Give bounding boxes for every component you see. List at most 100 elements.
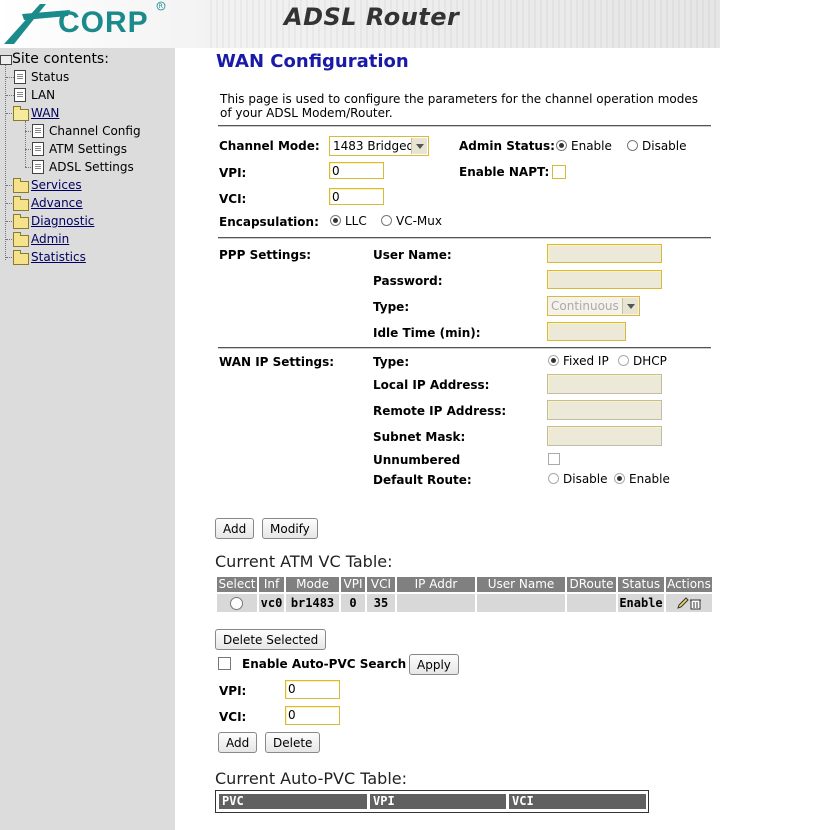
pvc-delete-button[interactable]: Delete (265, 732, 321, 753)
admin-enable-radio[interactable] (556, 140, 567, 151)
vpi-input[interactable]: 0 (329, 162, 384, 179)
table-header-cell: Select (217, 577, 257, 592)
trash-icon[interactable] (689, 597, 702, 610)
table-row-select-cell (217, 594, 257, 612)
admin-disable-radio[interactable] (627, 140, 638, 151)
document-icon (32, 160, 44, 174)
auto-pvc-table: PVC VPI VCI (215, 790, 649, 813)
ppp-password-label: Password: (373, 274, 443, 288)
pvc-vci-label: VCI: (219, 710, 247, 724)
apply-button[interactable]: Apply (409, 654, 459, 675)
default-route-enable-radio[interactable] (614, 473, 625, 484)
vpi-label: VPI: (219, 166, 247, 180)
ppp-type-select[interactable]: Continuous (547, 296, 640, 316)
folder-icon (13, 232, 29, 247)
enable-napt-label: Enable NAPT: (459, 165, 550, 179)
table-cell (477, 594, 565, 612)
default-route-disable-radio[interactable] (548, 473, 559, 484)
atm-vc-table-title: Current ATM VC Table: (215, 552, 393, 571)
table-row-actions (666, 594, 712, 612)
subnet-mask-input[interactable] (547, 426, 662, 446)
pvc-vpi-input[interactable]: 0 (285, 680, 340, 699)
encap-vcmux-label: VC-Mux (396, 214, 442, 228)
sidebar-item-label: Admin (31, 232, 70, 246)
computer-icon (0, 55, 12, 65)
tree-connector (5, 60, 6, 260)
table-header-cell: Status (618, 577, 664, 592)
ppp-type-label: Type: (373, 300, 410, 314)
dhcp-radio[interactable] (618, 355, 629, 366)
channel-mode-value: 1483 Bridged (333, 139, 415, 153)
pvc-vpi-label: VPI: (219, 684, 247, 698)
folder-icon (13, 196, 29, 211)
wan-ip-type-label: Type: (373, 355, 410, 369)
enable-napt-checkbox[interactable] (552, 165, 566, 179)
remote-ip-input[interactable] (547, 400, 662, 420)
fixed-ip-radio[interactable] (548, 355, 559, 366)
table-cell: 35 (367, 594, 395, 612)
document-icon (14, 70, 26, 84)
chevron-down-icon (622, 298, 638, 314)
auto-pvc-checkbox[interactable] (218, 657, 231, 670)
table-header-cell: Inf (259, 577, 284, 592)
add-button[interactable]: Add (215, 518, 255, 539)
header-banner: CORP R ADSL Router (0, 0, 720, 48)
admin-enable-label: Enable (571, 139, 612, 153)
delete-selected-button[interactable]: Delete Selected (215, 629, 327, 650)
admin-status-label: Admin Status: (459, 139, 555, 153)
vci-input[interactable]: 0 (329, 188, 384, 205)
edit-pencil-icon[interactable] (676, 596, 690, 610)
table-header-cell: VCI (509, 794, 646, 809)
sidebar-item-label: Channel Config (49, 124, 141, 138)
ppp-idle-input[interactable] (547, 322, 626, 341)
unnumbered-label: Unnumbered (373, 453, 461, 467)
row-select-radio[interactable] (230, 597, 243, 610)
sidebar-item-label: Status (31, 70, 70, 84)
chevron-down-icon (411, 138, 427, 154)
ppp-settings-label: PPP Settings: (219, 248, 312, 262)
table-cell: 0 (341, 594, 365, 612)
local-ip-input[interactable] (547, 374, 662, 394)
ppp-username-label: User Name: (373, 248, 452, 262)
router-title: ADSL Router (284, 3, 460, 31)
fixed-ip-label: Fixed IP (563, 354, 609, 368)
encap-llc-label: LLC (345, 214, 367, 228)
modify-button[interactable]: Modify (262, 518, 318, 539)
sidebar-item-label: ADSL Settings (49, 160, 134, 174)
folder-icon (13, 178, 29, 193)
pvc-vci-input[interactable]: 0 (285, 706, 340, 725)
auto-pvc-table-title: Current Auto-PVC Table: (215, 769, 408, 788)
tree-root-label: Site contents: (12, 51, 109, 67)
sidebar-item-label: ATM Settings (49, 142, 127, 156)
open-folder-icon (13, 106, 29, 121)
table-header-cell: Actions (666, 577, 712, 592)
table-cell (567, 594, 616, 612)
encap-vcmux-radio[interactable] (381, 215, 392, 226)
table-cell (397, 594, 475, 612)
folder-icon (13, 214, 29, 229)
table-header-cell: VPI (341, 577, 365, 592)
sidebar-item-label: WAN (31, 106, 60, 120)
local-ip-label: Local IP Address: (373, 378, 490, 392)
remote-ip-label: Remote IP Address: (373, 404, 507, 418)
ppp-type-value: Continuous (551, 299, 619, 313)
default-route-disable-label: Disable (563, 472, 608, 486)
sidebar-item-label: Advance (31, 196, 83, 210)
divider (218, 237, 711, 239)
tree-connector (25, 121, 26, 167)
table-header-cell: DRoute (567, 577, 616, 592)
folder-icon (13, 250, 29, 265)
table-header-cell: VCI (367, 577, 395, 592)
unnumbered-checkbox[interactable] (548, 453, 560, 465)
ppp-password-input[interactable] (547, 270, 662, 289)
document-icon (32, 124, 44, 138)
ppp-idle-label: Idle Time (min): (373, 326, 481, 340)
document-icon (32, 142, 44, 156)
encap-llc-radio[interactable] (330, 215, 341, 226)
tree-connector (6, 95, 14, 96)
channel-mode-select[interactable]: 1483 Bridged (329, 136, 429, 156)
pvc-add-button[interactable]: Add (218, 732, 258, 753)
divider (218, 125, 711, 127)
wan-ip-settings-label: WAN IP Settings: (219, 355, 335, 369)
ppp-username-input[interactable] (547, 244, 662, 263)
